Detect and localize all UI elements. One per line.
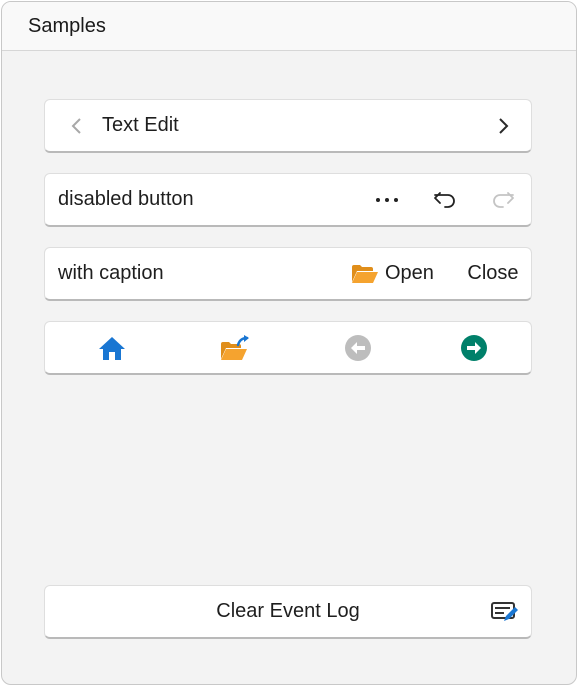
with-caption-label: with caption <box>58 262 164 284</box>
icon-buttons-row <box>44 321 532 375</box>
home-icon <box>99 336 125 360</box>
forward-button[interactable] <box>451 322 497 373</box>
clear-event-log-label: Clear Event Log <box>216 600 360 622</box>
prev-button[interactable] <box>59 100 95 151</box>
with-caption-row: with caption Open Close <box>44 247 532 301</box>
chevron-left-icon <box>71 117 81 134</box>
disabled-button-label: disabled button <box>58 188 194 210</box>
edit-log-icon-wrap <box>485 586 525 637</box>
text-edit-label: Text Edit <box>102 114 179 136</box>
back-button[interactable] <box>335 322 381 373</box>
clear-event-log-button[interactable]: Clear Event Log <box>44 585 532 639</box>
open-label: Open <box>385 262 434 284</box>
undo-icon <box>434 191 455 208</box>
close-button[interactable]: Close <box>461 248 525 299</box>
redo-icon <box>493 191 514 208</box>
more-icon <box>376 197 398 202</box>
chevron-right-icon <box>499 117 509 134</box>
title-bar: Samples <box>2 2 576 51</box>
more-button[interactable] <box>369 174 405 225</box>
arrow-left-circle-icon <box>345 334 371 361</box>
samples-window: Samples Text Edit disabled button with c… <box>1 1 577 685</box>
text-edit-row: Text Edit <box>44 99 532 153</box>
share-folder-button[interactable] <box>213 322 259 373</box>
window-title: Samples <box>28 14 106 37</box>
folder-open-icon <box>352 264 378 283</box>
disabled-button-row: disabled button <box>44 173 532 227</box>
open-button[interactable]: Open <box>351 248 443 299</box>
arrow-right-circle-icon <box>461 334 487 361</box>
next-button[interactable] <box>485 100 521 151</box>
undo-button[interactable] <box>427 174 463 225</box>
redo-button[interactable] <box>485 174 521 225</box>
home-button[interactable] <box>89 322 135 373</box>
edit-log-icon <box>491 601 518 621</box>
close-label: Close <box>467 262 519 284</box>
folder-share-icon <box>221 334 249 360</box>
